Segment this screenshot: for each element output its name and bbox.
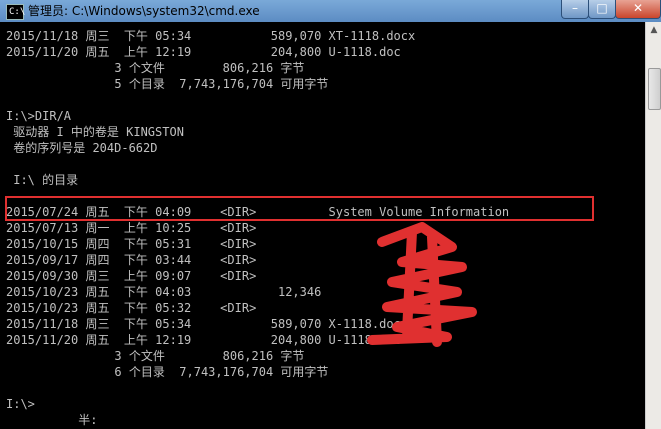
- scroll-up-arrow-icon[interactable]: ▲: [646, 22, 661, 38]
- highlight-box: [5, 196, 594, 221]
- console-line: 卷的序列号是 204D-662D: [6, 141, 158, 155]
- console-line: I:\ 的目录: [6, 173, 79, 187]
- console-line: 3 个文件 806,216 字节: [6, 349, 305, 363]
- console-line: 2015/11/18 周三 下午 05:34 589,070 XT-1118.d…: [6, 29, 416, 43]
- console-line: 2015/07/13 周一 上午 10:25 <DIR>: [6, 221, 257, 235]
- console-line: 6 个目录 7,743,176,704 可用字节: [6, 365, 329, 379]
- cmd-icon[interactable]: C:\: [6, 4, 26, 20]
- ime-status: 半:: [6, 413, 98, 427]
- console-line: 驱动器 I 中的卷是 KINGSTON: [6, 125, 184, 139]
- minimize-button[interactable]: –: [561, 0, 589, 19]
- console-line: 2015/11/20 周五 上午 12:19 204,800 U-1118.do…: [6, 45, 401, 59]
- cmd-icon-glyph: C:\: [9, 7, 26, 17]
- console-line: 2015/11/18 周三 下午 05:34 589,070 X-1118.do…: [6, 317, 409, 331]
- console-line: 5 个目录 7,743,176,704 可用字节: [6, 77, 329, 91]
- vertical-scrollbar[interactable]: ▲: [645, 22, 661, 429]
- scroll-thumb[interactable]: [648, 68, 661, 110]
- console-output[interactable]: 2015/11/18 周三 下午 05:34 589,070 XT-1118.d…: [0, 22, 645, 429]
- console-line: 2015/11/20 周五 上午 12:19 204,800 U-1118.do…: [6, 333, 401, 347]
- close-button[interactable]: ✕: [615, 0, 661, 19]
- console-line: 2015/09/17 周四 下午 03:44 <DIR>: [6, 253, 257, 267]
- console-line: 2015/10/23 周五 下午 04:03 12,346: [6, 285, 322, 299]
- console-line: I:\>DIR/A: [6, 109, 72, 123]
- console-line: 3 个文件 806,216 字节: [6, 61, 305, 75]
- title-bar[interactable]: C:\ 管理员: C:\Windows\system32\cmd.exe – □…: [0, 0, 661, 23]
- console-line: 2015/10/15 周四 下午 05:31 <DIR>: [6, 237, 257, 251]
- console-line: 2015/10/23 周五 下午 05:32 <DIR>: [6, 301, 257, 315]
- console-prompt[interactable]: I:\>: [6, 397, 35, 412]
- window-title: 管理员: C:\Windows\system32\cmd.exe: [28, 4, 260, 18]
- maximize-button[interactable]: □: [588, 0, 616, 19]
- redaction-scribble: [367, 222, 477, 347]
- console-line: 2015/09/30 周三 上午 09:07 <DIR>: [6, 269, 257, 283]
